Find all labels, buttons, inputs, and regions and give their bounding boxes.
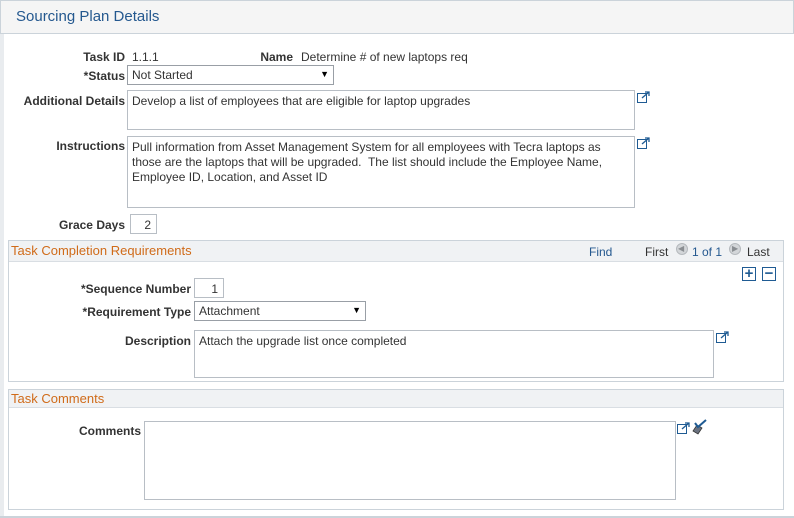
spellcheck-icon[interactable] bbox=[691, 419, 708, 435]
comments-text bbox=[145, 422, 675, 428]
chevron-down-icon: ▼ bbox=[352, 305, 361, 315]
description-label: Description bbox=[124, 334, 191, 348]
expand-textbox-icon[interactable] bbox=[716, 331, 729, 343]
expand-textbox-icon[interactable] bbox=[637, 91, 650, 103]
last-label: Last bbox=[747, 245, 770, 259]
name-value: Determine # of new laptops req bbox=[301, 50, 468, 64]
additional-details-text: Develop a list of employees that are eli… bbox=[132, 94, 471, 108]
instructions-label: Instructions bbox=[56, 139, 125, 153]
expand-textbox-icon[interactable] bbox=[677, 422, 690, 434]
requirement-type-selected-value: Attachment bbox=[199, 304, 260, 318]
status-select[interactable]: Not Started ▼ bbox=[127, 65, 334, 85]
page-title: Sourcing Plan Details bbox=[16, 8, 160, 25]
previous-row-icon[interactable]: ◀ bbox=[676, 243, 688, 255]
status-label: *Status bbox=[83, 69, 125, 83]
requirements-title: Task Completion Requirements bbox=[11, 243, 192, 258]
task-id-value: 1.1.1 bbox=[132, 50, 159, 64]
instructions-text: Pull information from Asset Management S… bbox=[132, 140, 606, 184]
description-field[interactable]: Attach the upgrade list once completed bbox=[194, 330, 714, 378]
find-link[interactable]: Find bbox=[589, 245, 612, 259]
add-row-icon[interactable]: + bbox=[742, 265, 756, 282]
next-row-icon[interactable]: ▶ bbox=[729, 243, 741, 255]
additional-details-field[interactable]: Develop a list of employees that are eli… bbox=[127, 90, 635, 130]
task-id-label: Task ID bbox=[83, 50, 125, 64]
description-text: Attach the upgrade list once completed bbox=[199, 334, 407, 348]
grace-days-input[interactable]: 2 bbox=[130, 214, 157, 234]
first-label: First bbox=[645, 245, 669, 259]
page-info: 1 of 1 bbox=[692, 245, 723, 259]
instructions-field[interactable]: Pull information from Asset Management S… bbox=[127, 136, 635, 208]
sequence-number-input[interactable]: 1 bbox=[194, 278, 224, 298]
delete-row-icon[interactable]: − bbox=[762, 265, 776, 282]
grace-days-label: Grace Days bbox=[58, 218, 125, 232]
additional-details-label: Additional Details bbox=[23, 94, 125, 108]
name-label: Name bbox=[260, 50, 293, 64]
left-edge-bar bbox=[0, 34, 4, 518]
requirement-type-label: *Requirement Type bbox=[82, 305, 191, 319]
expand-textbox-icon[interactable] bbox=[637, 137, 650, 149]
chevron-down-icon: ▼ bbox=[320, 69, 329, 79]
sequence-number-label: *Sequence Number bbox=[80, 282, 191, 296]
requirement-type-select[interactable]: Attachment ▼ bbox=[194, 301, 366, 321]
comments-field[interactable] bbox=[144, 421, 676, 500]
comments-label: Comments bbox=[78, 424, 141, 438]
comments-title: Task Comments bbox=[11, 391, 105, 406]
comments-header: Task Comments bbox=[9, 390, 783, 408]
status-selected-value: Not Started bbox=[132, 68, 193, 82]
